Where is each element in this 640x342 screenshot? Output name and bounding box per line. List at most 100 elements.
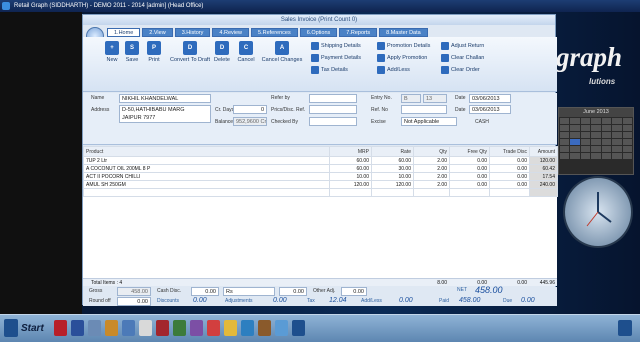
ref-no-field[interactable] (401, 105, 447, 114)
ref-date-label: Date (455, 107, 466, 113)
taskbar-app-icon[interactable] (105, 320, 118, 336)
print-button[interactable]: P Print (141, 41, 167, 63)
balance-label: Balance (215, 119, 234, 125)
cell-mrp[interactable]: 120.00 (329, 180, 372, 189)
cell-free-qty[interactable]: 0.00 (449, 164, 490, 173)
cash-disc-amount-field[interactable]: 0.00 (279, 287, 307, 296)
taskbar-app-icon[interactable] (156, 320, 169, 336)
taskbar-app-icon[interactable] (88, 320, 101, 336)
table-row[interactable]: A COCONUT OIL 200ML 8 P 60.00 30.00 2.00… (83, 164, 558, 173)
taskbar-app-icon[interactable] (241, 320, 254, 336)
taskbar-app-icon[interactable] (190, 320, 203, 336)
tab-master-data[interactable]: 8.Master Data (379, 28, 428, 37)
cancel-changes-button[interactable]: A Cancel Changes (262, 41, 302, 63)
taskbar-app-icon[interactable] (258, 320, 271, 336)
cell-qty[interactable]: 2.00 (413, 180, 450, 189)
date-field[interactable]: 03/06/2013 (469, 94, 511, 103)
delete-icon: D (215, 41, 229, 55)
tab-reports[interactable]: 7.Reports (339, 28, 378, 37)
table-row[interactable]: ACT II POCORN CHILLI 10.00 10.00 2.00 0.… (83, 172, 558, 181)
cell-qty[interactable]: 2.00 (413, 164, 450, 173)
tab-options[interactable]: 6.Options (299, 28, 338, 37)
name-field[interactable]: NIKHIL KHANDELWAL (119, 94, 211, 103)
cell-rate[interactable]: 30.00 (371, 164, 414, 173)
tab-history[interactable]: 3.History (174, 28, 211, 37)
cell-qty[interactable]: 2.00 (413, 172, 450, 181)
cell-product[interactable]: 7UP 2 Ltr (83, 156, 330, 165)
clear-challan-button[interactable]: Clear Challan (441, 53, 484, 62)
taskbar-app-icon[interactable] (54, 320, 67, 336)
system-tray-icon[interactable] (618, 320, 632, 336)
cr-days-field[interactable]: 0 (233, 105, 267, 114)
promotion-details-button[interactable]: Promotion Details (377, 41, 430, 50)
cell-rate-new[interactable] (371, 188, 414, 197)
taskbar-app-icon[interactable] (173, 320, 186, 336)
adjust-return-button[interactable]: Adjust Return (441, 41, 484, 50)
cell-qty-new[interactable] (413, 188, 450, 197)
cell-trade-disc[interactable]: 0.00 (489, 180, 530, 189)
cell-trade-disc[interactable]: 0.00 (489, 164, 530, 173)
cell-free-qty[interactable]: 0.00 (449, 180, 490, 189)
taskbar-app-icon[interactable] (275, 320, 288, 336)
clock-gadget[interactable] (563, 176, 633, 248)
tab-review[interactable]: 4.Review (212, 28, 250, 37)
cell-mrp[interactable]: 60.00 (329, 164, 372, 173)
convert-to-draft-button[interactable]: D Convert To Draft (170, 41, 210, 63)
start-label: Start (21, 322, 44, 334)
taskbar-app-icon[interactable] (139, 320, 152, 336)
tab-view[interactable]: 2.View (142, 28, 173, 37)
cell-product[interactable]: ACT II POCORN CHILLI (83, 172, 330, 181)
cell-mrp-new[interactable] (329, 188, 372, 197)
save-icon: S (125, 41, 139, 55)
cell-product-new[interactable] (83, 188, 330, 197)
other-adj-field[interactable]: 0.00 (341, 287, 367, 296)
cash-disc-unit-select[interactable]: Rs (223, 287, 275, 296)
tab-home[interactable]: 1.Home (107, 28, 141, 37)
cancel-button[interactable]: C Cancel (233, 41, 259, 63)
cell-product[interactable]: A COCONUT OIL 200ML 8 P (83, 164, 330, 173)
cell-product[interactable]: AMUL SH 250GM (83, 180, 330, 189)
taskbar-app-icon[interactable] (292, 320, 305, 336)
ref-date-field[interactable]: 03/06/2013 (469, 105, 511, 114)
cell-free-qty[interactable]: 0.00 (449, 156, 490, 165)
taskbar-app-icon[interactable] (207, 320, 220, 336)
cell-mrp[interactable]: 10.00 (329, 172, 372, 181)
tax-details-button[interactable]: Tax Details (311, 65, 348, 74)
cell-free-qty-new[interactable] (449, 188, 490, 197)
cell-rate[interactable]: 120.00 (371, 180, 414, 189)
cell-rate[interactable]: 60.00 (371, 156, 414, 165)
cell-mrp[interactable]: 60.00 (329, 156, 372, 165)
payment-details-button[interactable]: Payment Details (311, 53, 361, 62)
cash-disc-field[interactable]: 0.00 (191, 287, 219, 296)
cell-trade-disc[interactable]: 0.00 (489, 156, 530, 165)
taskbar-app-icon[interactable] (71, 320, 84, 336)
refer-by-field[interactable] (309, 94, 357, 103)
clear-order-button[interactable]: Clear Order (441, 65, 480, 74)
table-row[interactable]: 7UP 2 Ltr 60.00 60.00 2.00 0.00 0.00 120… (83, 156, 558, 165)
cell-qty[interactable]: 2.00 (413, 156, 450, 165)
tab-references[interactable]: 5.References (251, 28, 298, 37)
shipping-details-button[interactable]: Shipping Details (311, 41, 361, 50)
address-field[interactable]: D-50,HATHIBABU MARG JAIPUR 7977 (119, 105, 211, 123)
excise-select[interactable]: Not Applicable (401, 117, 457, 126)
cell-free-qty[interactable]: 0.00 (449, 172, 490, 181)
table-row[interactable]: AMUL SH 250GM 120.00 120.00 2.00 0.00 0.… (83, 180, 558, 189)
checked-by-field[interactable] (309, 117, 357, 126)
cell-trade-disc[interactable]: 0.00 (489, 172, 530, 181)
taskbar-app-icon[interactable] (224, 320, 237, 336)
cell-trade-disc-new[interactable] (489, 188, 530, 197)
apply-promotion-button[interactable]: Apply Promotion (377, 53, 427, 62)
sales-invoice-window: Sales Invoice (Print Count 0) 1.Home 2.V… (82, 14, 558, 306)
delete-button[interactable]: D Delete (209, 41, 235, 63)
new-entry-row[interactable] (83, 188, 558, 197)
adjustments-label: Adjustments (225, 298, 253, 304)
prics-disc-ref-field[interactable] (309, 105, 357, 114)
start-button[interactable]: Start (4, 319, 44, 337)
taskbar-app-icon[interactable] (122, 320, 135, 336)
calendar-gadget[interactable]: June 2013 (558, 107, 634, 175)
other-adj-label: Other Adj. (313, 288, 336, 294)
round-off-field[interactable]: 0.00 (117, 297, 151, 306)
taskbar-icons (54, 320, 305, 336)
add-less-button[interactable]: Add/Less (377, 65, 410, 74)
cell-rate[interactable]: 10.00 (371, 172, 414, 181)
